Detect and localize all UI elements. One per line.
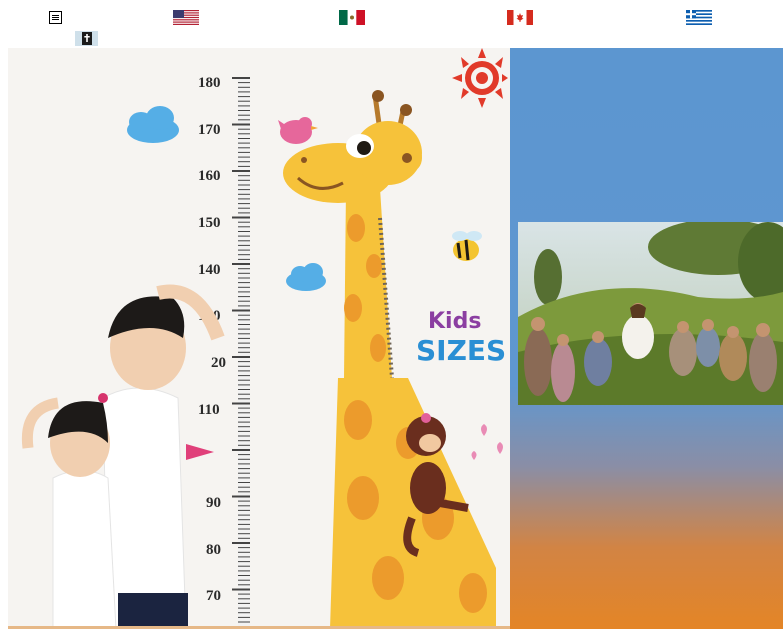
girl-figure <box>21 393 117 629</box>
sun-icon <box>452 48 508 108</box>
kids-text: Kids <box>428 309 481 334</box>
bird-icon <box>278 117 318 144</box>
sizes-text: SIZES <box>416 334 506 367</box>
ruler-label: 170 <box>198 122 221 138</box>
hamburger-menu-icon[interactable] <box>49 11 62 24</box>
bible-icon[interactable] <box>75 31 98 46</box>
jesus-teaching-painting[interactable] <box>518 222 783 405</box>
height-chart-wall: 180 170 160 150 140 130 20 110 90 80 70 <box>8 48 510 629</box>
ruler-label: 110 <box>198 402 220 418</box>
height-chart-illustration: 180 170 160 150 140 130 20 110 90 80 70 <box>21 48 508 629</box>
ruler-label: 90 <box>206 495 221 511</box>
ruler-label: 150 <box>198 215 221 231</box>
height-ruler <box>232 77 250 629</box>
greece-flag-icon[interactable] <box>686 10 712 25</box>
ruler-label: 180 <box>198 75 221 91</box>
ruler-label: 140 <box>198 262 221 278</box>
boy-figure <box>102 284 225 629</box>
small-cloud-icon <box>286 263 326 291</box>
ruler-label: 20 <box>211 355 226 371</box>
mexico-flag-icon[interactable] <box>339 10 365 25</box>
heart-icon <box>471 424 503 460</box>
bee-icon <box>452 231 482 261</box>
us-flag-icon[interactable] <box>173 10 199 25</box>
ruler-label: 70 <box>206 588 221 604</box>
ruler-label: 80 <box>206 542 221 558</box>
marker-arrow <box>186 444 214 460</box>
top-bar <box>0 0 783 46</box>
cloud-icon <box>127 106 179 143</box>
canada-flag-icon[interactable] <box>507 10 533 25</box>
ruler-label: 160 <box>198 168 221 184</box>
